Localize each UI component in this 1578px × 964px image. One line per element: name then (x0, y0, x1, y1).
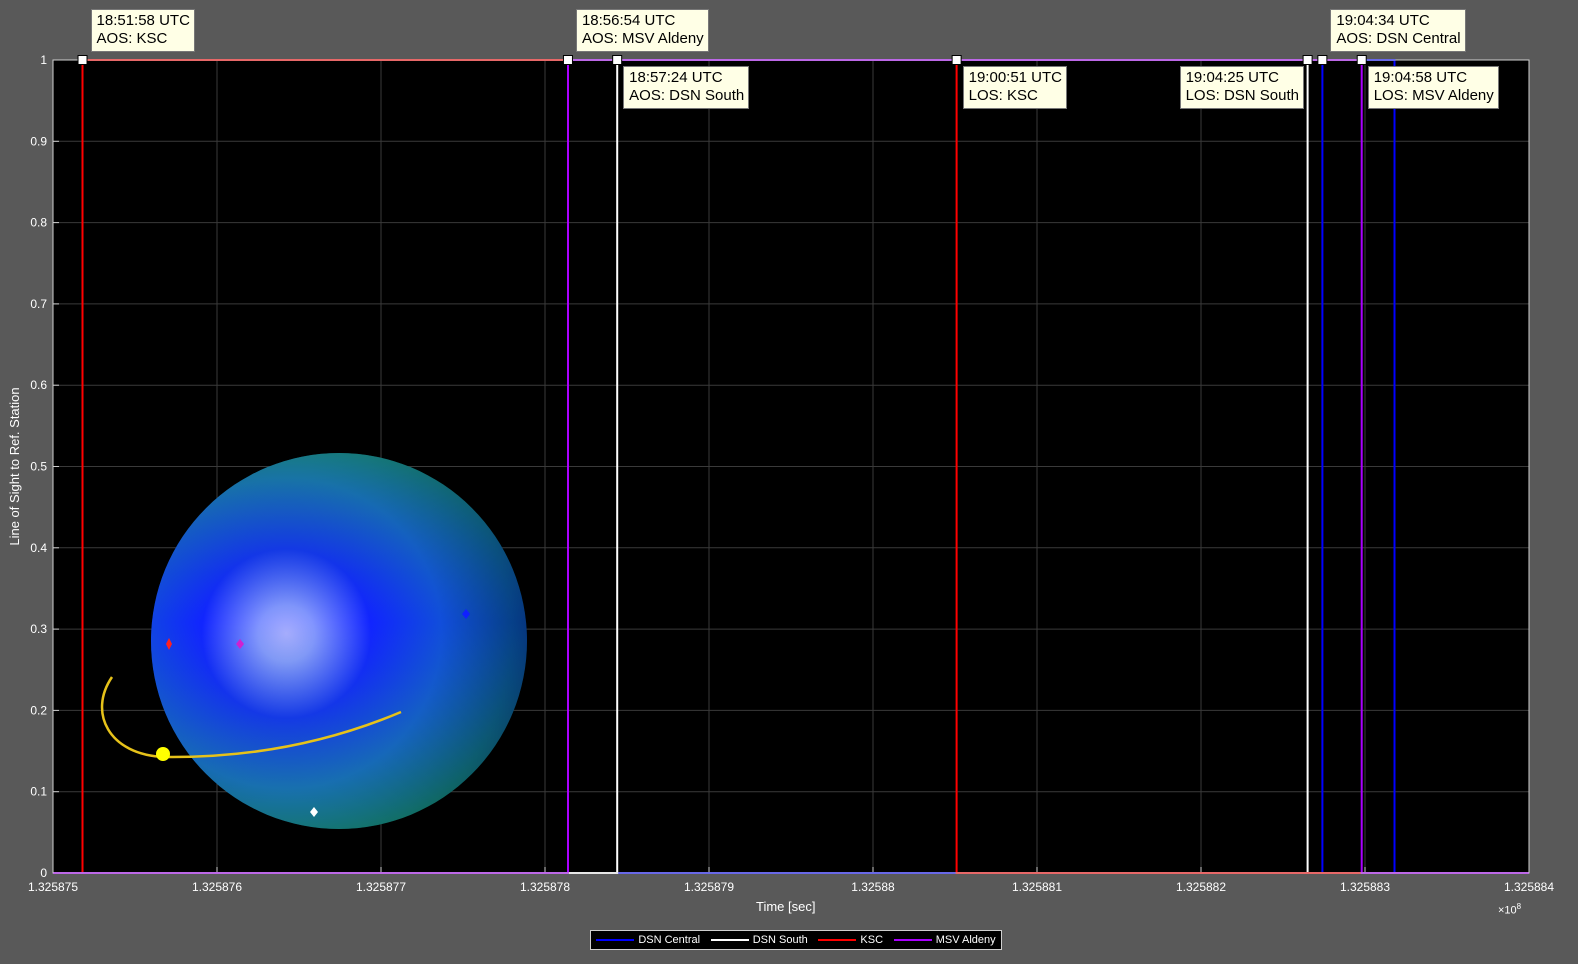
legend-item[interactable]: DSN Central (596, 934, 700, 946)
x-tick-label: 1.325877 (356, 880, 406, 894)
datatip[interactable]: 19:04:25 UTC LOS: DSN South (1179, 66, 1304, 109)
y-tick-label: 0.4 (30, 541, 47, 555)
y-tick-label: 0.8 (30, 216, 47, 230)
datatip-event: AOS: MSV Aldeny (581, 30, 704, 47)
y-tick-label: 0.2 (30, 703, 47, 717)
datatip-time: 19:04:25 UTC (1185, 69, 1279, 86)
datatip-marker (1356, 55, 1367, 65)
datatip[interactable]: 19:04:34 UTC AOS: DSN Central (1330, 9, 1466, 52)
y-axis-label: Line of Sight to Ref. Station (7, 387, 22, 545)
legend-item[interactable]: KSC (818, 934, 883, 946)
x-tick-label: 1.325878 (520, 880, 570, 894)
datatip[interactable]: 18:51:58 UTC AOS: KSC (90, 9, 195, 52)
datatip-marker (612, 55, 623, 65)
x-axis-exponent: ×108 (1498, 902, 1522, 917)
legend-item[interactable]: DSN South (710, 934, 808, 946)
x-tick-label: 1.325884 (1504, 880, 1554, 894)
y-tick-label: 1 (40, 53, 47, 67)
x-tick-label: 1.325882 (1176, 880, 1226, 894)
datatip-event: LOS: MSV Aldeny (1373, 87, 1494, 104)
datatip[interactable]: 18:57:24 UTC AOS: DSN South (623, 66, 750, 109)
legend-swatch (710, 939, 749, 941)
datatip-time: 19:00:51 UTC (968, 69, 1063, 86)
x-tick-label: 1.325875 (28, 880, 78, 894)
spacecraft-marker (156, 747, 170, 761)
datatip[interactable]: 19:00:51 UTC LOS: KSC (962, 66, 1068, 109)
x-axis-label: Time [sec] (756, 899, 816, 914)
datatip-time: 19:04:34 UTC (1336, 12, 1430, 29)
y-tick-label: 0.1 (30, 785, 47, 799)
x-tick-label: 1.325879 (684, 880, 734, 894)
globe-shading (151, 453, 527, 829)
datatip-time: 19:04:58 UTC (1373, 69, 1468, 86)
legend-swatch (818, 939, 857, 941)
datatip-event: LOS: KSC (968, 87, 1038, 104)
datatip-marker (77, 55, 88, 65)
x-tick-label: 1.325881 (1012, 880, 1062, 894)
legend-label: KSC (860, 934, 884, 946)
y-tick-label: 0 (40, 866, 47, 880)
y-tick-label: 0.6 (30, 378, 47, 392)
y-tick-label: 0.7 (30, 297, 47, 311)
x-tick-label: 1.32588 (851, 880, 895, 894)
y-tick-label: 0.9 (30, 134, 47, 148)
datatip-event: AOS: DSN South (629, 87, 745, 104)
datatip-time: 18:56:54 UTC (581, 12, 676, 29)
datatip-marker (1317, 55, 1328, 65)
datatip[interactable]: 19:04:58 UTC LOS: MSV Aldeny (1367, 66, 1499, 109)
y-tick-label: 0.5 (30, 460, 47, 474)
datatip-event: AOS: KSC (96, 30, 168, 47)
datatip-marker (951, 55, 962, 65)
legend-label: MSV Aldeny (935, 934, 996, 946)
datatip-time: 18:51:58 UTC (96, 12, 190, 29)
datatip[interactable]: 18:56:54 UTC AOS: MSV Aldeny (575, 9, 709, 52)
legend: DSN Central DSN South KSC MSV Aldeny (590, 930, 1002, 950)
datatip-time: 18:57:24 UTC (629, 69, 723, 86)
legend-item[interactable]: MSV Aldeny (893, 934, 996, 946)
legend-label: DSN Central (638, 934, 701, 946)
x-tick-label: 1.325876 (192, 880, 242, 894)
datatip-event: AOS: DSN Central (1336, 30, 1461, 47)
legend-label: DSN South (752, 934, 808, 946)
datatip-marker (562, 55, 573, 65)
legend-swatch (893, 939, 932, 941)
datatip-marker (1302, 55, 1313, 65)
datatip-event: LOS: DSN South (1185, 87, 1299, 104)
line-of-sight-chart: 1.325875 1.325876 1.325877 1.325878 1.325879… (7, 53, 1554, 894)
y-tick-label: 0.3 (30, 622, 47, 636)
x-tick-label: 1.325883 (1340, 880, 1390, 894)
legend-swatch (596, 939, 635, 941)
